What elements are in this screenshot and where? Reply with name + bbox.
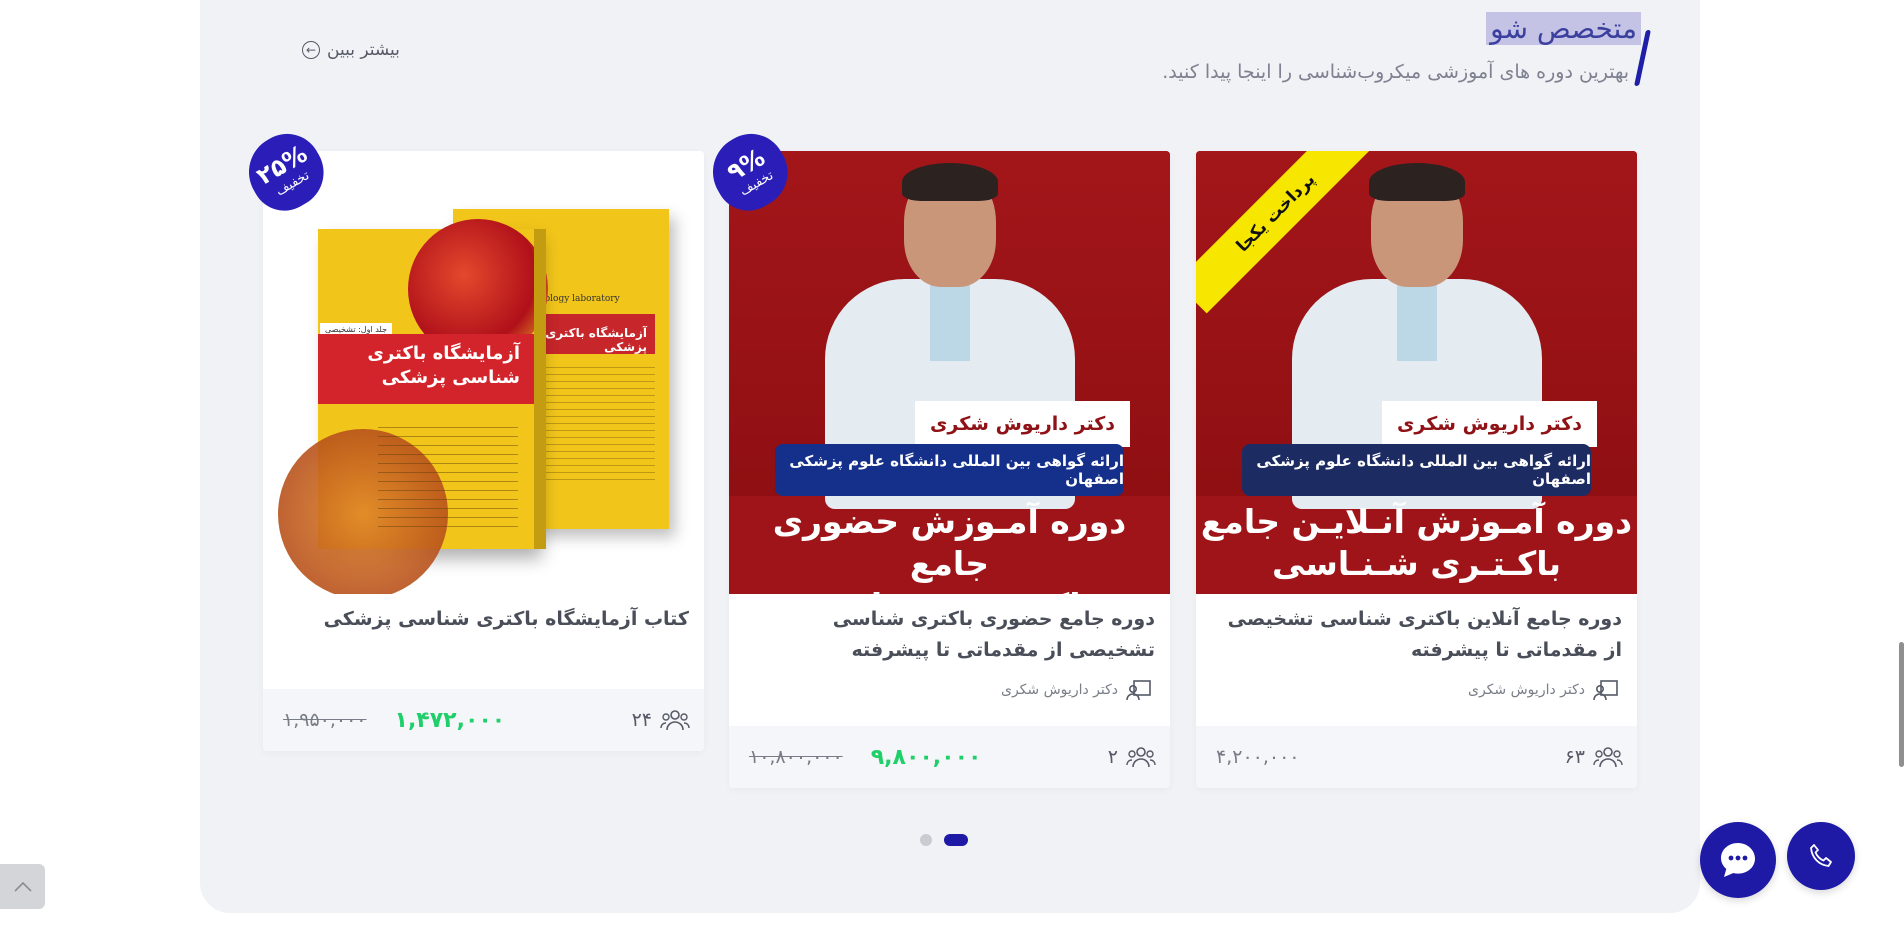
- poster-course-text: دوره آمـوزش حضوری جامع باکـتـری شـنـاسی …: [772, 502, 1127, 594]
- price: ۴,۲۰۰,۰۰۰: [1216, 746, 1300, 768]
- prices: ۱,۹۵۰,۰۰۰ ۱,۴۷۲,۰۰۰: [283, 708, 505, 733]
- new-price: ۹,۸۰۰,۰۰۰: [870, 744, 982, 770]
- course-card-online[interactable]: دکتر داریوش شکری ارائه گواهی بین المللی …: [1196, 151, 1637, 788]
- students-count: ۲: [1108, 745, 1156, 769]
- course-title[interactable]: کتاب آزمایشگاه باکتری شناسی پزشکی: [278, 604, 689, 635]
- carousel-pagination: [920, 834, 968, 846]
- poster-cert: ارائه گواهی بین المللی دانشگاه علوم پزشک…: [775, 444, 1124, 496]
- prices: ۴,۲۰۰,۰۰۰: [1216, 746, 1300, 768]
- teacher-info: دکتر داریوش شکری: [1001, 679, 1152, 701]
- section-subtitle: بهترین دوره های آموزشی میکروب‌شناسی را ا…: [1162, 61, 1629, 83]
- page-scrollbar[interactable]: [1899, 642, 1904, 767]
- arrow-left-circle-icon: ←: [302, 41, 320, 59]
- scroll-to-top-button[interactable]: [0, 864, 45, 909]
- card-footer: ۲۴ ۱,۹۵۰,۰۰۰ ۱,۴۷۲,۰۰۰: [263, 689, 704, 751]
- see-more-link[interactable]: ← بیشتر ببین: [302, 40, 400, 60]
- poster-course-text: دوره آمـوزش آنـلایـن جامع باکـتـری شـنـا…: [1200, 502, 1633, 594]
- old-price: ۱۰,۸۰۰,۰۰۰: [749, 746, 843, 768]
- course-title[interactable]: دوره جامع حضوری باکتری شناسی تشخیصی از م…: [744, 604, 1155, 666]
- section-title: متخصص شو: [1486, 12, 1641, 45]
- course-image[interactable]: دکتر داریوش شکری ارائه گواهی بین المللی …: [1196, 151, 1637, 594]
- pagination-dot-2[interactable]: [944, 834, 968, 846]
- poster-name: دکتر داریوش شکری: [1382, 401, 1597, 447]
- phone-button[interactable]: [1787, 822, 1855, 890]
- prices: ۱۰,۸۰۰,۰۰۰ ۹,۸۰۰,۰۰۰: [749, 745, 981, 770]
- new-price: ۱,۴۷۲,۰۰۰: [394, 707, 506, 733]
- pagination-dot-1[interactable]: [920, 834, 932, 846]
- chat-button[interactable]: [1700, 822, 1776, 898]
- course-image[interactable]: دکتر داریوش شکری ارائه گواهی بین المللی …: [729, 151, 1170, 594]
- teacher-icon: [1593, 680, 1618, 701]
- card-footer: ۶۳ ۴,۲۰۰,۰۰۰: [1196, 726, 1637, 788]
- teacher-info: دکتر داریوش شکری: [1468, 679, 1619, 701]
- course-card-inperson[interactable]: دکتر داریوش شکری ارائه گواهی بین المللی …: [699, 121, 1170, 788]
- users-icon: [1126, 747, 1156, 768]
- phone-icon: [1810, 844, 1832, 867]
- poster-name: دکتر داریوش شکری: [915, 401, 1130, 447]
- teacher-name: دکتر داریوش شکری: [1468, 682, 1585, 698]
- students-count: ۲۴: [632, 708, 690, 732]
- old-price: ۱,۹۵۰,۰۰۰: [283, 709, 367, 731]
- users-icon: [660, 710, 690, 731]
- see-more-label: بیشتر ببین: [327, 40, 400, 60]
- course-title[interactable]: دوره جامع آنلاین باکتری شناسی تشخیصی از …: [1211, 604, 1622, 666]
- teacher-icon: [1126, 680, 1151, 701]
- teacher-name: دکتر داریوش شکری: [1001, 682, 1118, 698]
- book-card[interactable]: Clinical bacteriology laboratory آزمایشگ…: [235, 121, 704, 751]
- book-image[interactable]: Clinical bacteriology laboratory آزمایشگ…: [263, 151, 704, 594]
- poster-cert: ارائه گواهی بین المللی دانشگاه علوم پزشک…: [1242, 444, 1591, 496]
- users-icon: [1593, 747, 1623, 768]
- card-footer: ۲ ۱۰,۸۰۰,۰۰۰ ۹,۸۰۰,۰۰۰: [729, 726, 1170, 788]
- book-front-cover: جلد اول: تشخیصی آزمایشگاه باکتری شناسی پ…: [278, 219, 548, 594]
- chat-icon: [1721, 843, 1755, 877]
- students-count: ۶۳: [1565, 745, 1623, 769]
- chevron-up-icon: [13, 881, 32, 892]
